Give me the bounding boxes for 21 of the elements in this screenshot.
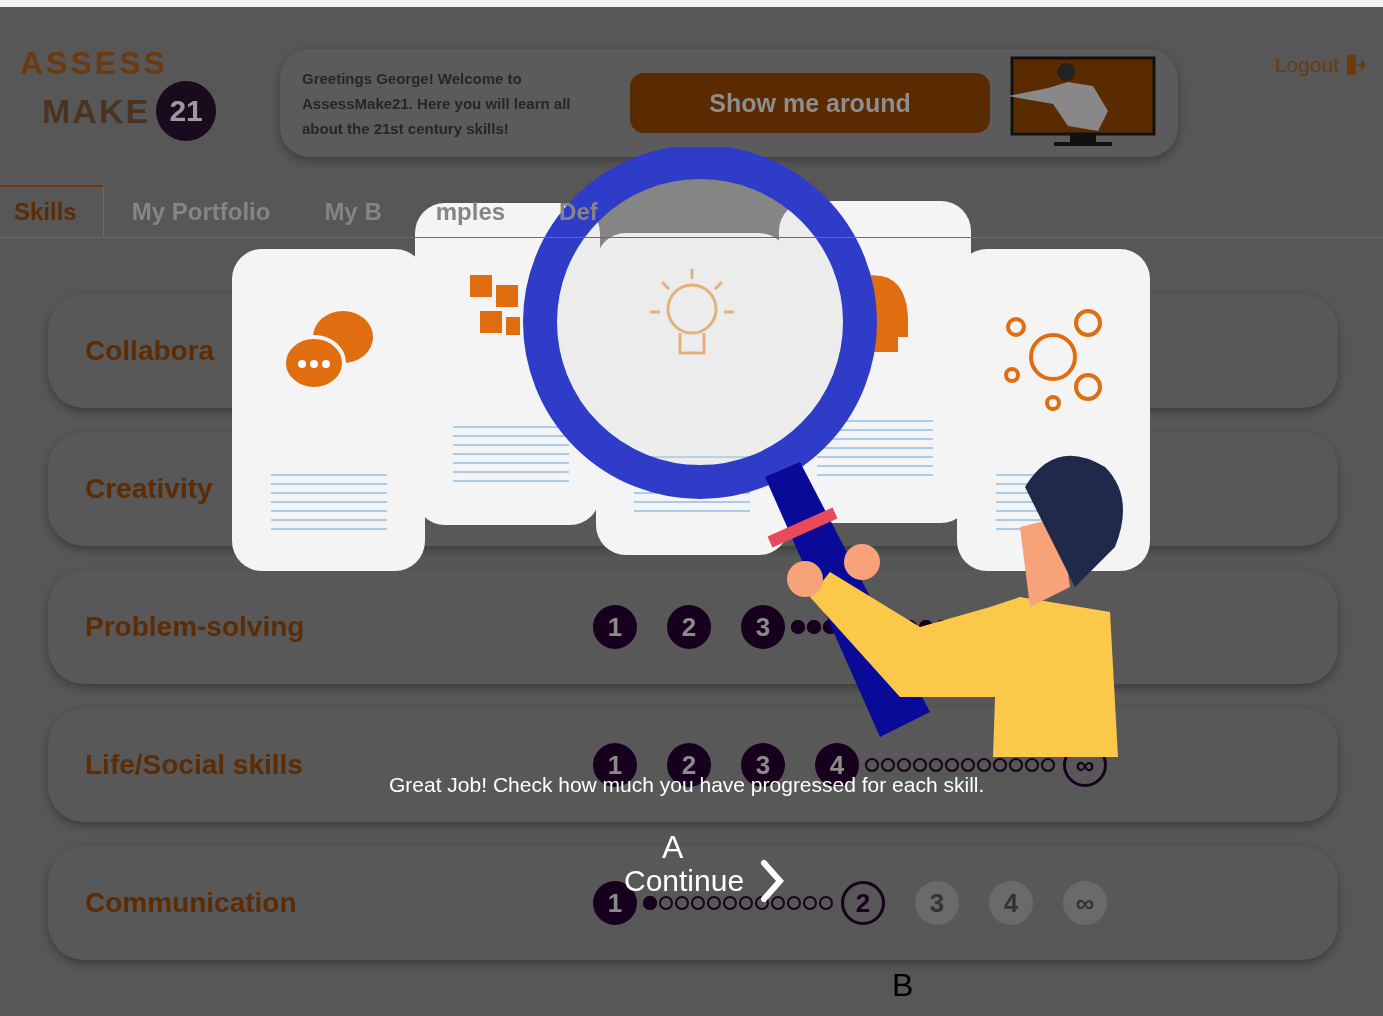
level-step-badge: 2 <box>667 605 711 649</box>
level-step-badge: ∞ <box>1063 881 1107 925</box>
level-step-badge: 2 <box>841 881 885 925</box>
skill-name: Communication <box>85 887 298 919</box>
level-step-badge: 3 <box>741 605 785 649</box>
marker-label: B <box>892 967 914 1004</box>
logout-icon <box>1345 54 1365 76</box>
skill-name: Creativity <box>85 473 214 505</box>
nav-tab[interactable]: mples <box>421 185 532 237</box>
tutorial-message-text: Great Job! Check how much you have progressed for each skill. <box>389 773 985 797</box>
skill-name: Problem-solving <box>85 611 306 643</box>
level-step-badge: 1 <box>593 605 637 649</box>
skill-name: Collabora <box>85 335 216 367</box>
logo-badge: 21 <box>156 81 217 141</box>
logo-text: MAKE <box>42 92 151 130</box>
show-me-around-button[interactable]: Show me around <box>630 73 990 133</box>
level-step-badge: 3 <box>915 881 959 925</box>
nav-tab[interactable]: Def <box>545 185 624 237</box>
logo-text: ASSESS <box>20 45 169 81</box>
chevron-right-icon <box>760 859 785 903</box>
skill-name: Life/Social skills <box>85 749 304 781</box>
